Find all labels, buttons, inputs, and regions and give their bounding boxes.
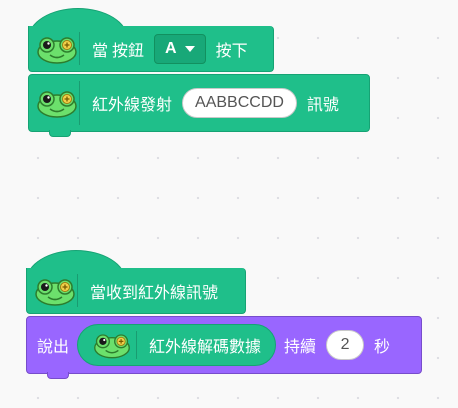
say-label: 說出 xyxy=(37,339,70,356)
seconds-unit-label: 秒 xyxy=(374,339,391,356)
when-ir-received-label: 當收到紅外線訊號 xyxy=(90,284,219,302)
ir-decoded-data-reporter[interactable]: 紅外線解碼數據 xyxy=(77,324,277,366)
frog-icon xyxy=(35,88,79,118)
seconds-input[interactable]: 2 xyxy=(326,330,365,360)
pressed-label: 按下 xyxy=(215,42,248,60)
when-ir-received-block[interactable]: 當收到紅外線訊號 xyxy=(26,268,246,314)
button-dropdown[interactable]: A xyxy=(154,33,206,64)
frog-icon xyxy=(33,276,77,306)
chevron-down-icon xyxy=(184,45,195,52)
when-button-pressed-block[interactable]: 當 按鈕 A 按下 xyxy=(28,26,274,72)
button-label: 按鈕 xyxy=(112,42,145,60)
ir-decoded-data-label: 紅外線解碼數據 xyxy=(149,339,262,356)
button-dropdown-value: A xyxy=(165,39,177,57)
block-separator xyxy=(77,274,78,307)
frog-icon xyxy=(35,34,79,64)
block-separator xyxy=(136,331,138,359)
block-notch xyxy=(49,130,71,137)
block-notch xyxy=(47,372,69,379)
for-label: 持續 xyxy=(284,339,317,356)
say-for-secs-block[interactable]: 說出 紅外線解碼數據 持續 2 秒 xyxy=(26,316,422,379)
ir-send-block[interactable]: 紅外線發射 AABBCCDD 訊號 xyxy=(28,74,370,137)
ir-send-suffix: 訊號 xyxy=(306,97,339,114)
block-separator xyxy=(79,32,80,65)
when-label: 當 xyxy=(92,42,109,60)
ir-send-value-input[interactable]: AABBCCDD xyxy=(182,88,297,118)
ir-send-label: 紅外線發射 xyxy=(92,97,173,114)
block-separator xyxy=(79,81,80,125)
frog-icon xyxy=(92,330,132,360)
